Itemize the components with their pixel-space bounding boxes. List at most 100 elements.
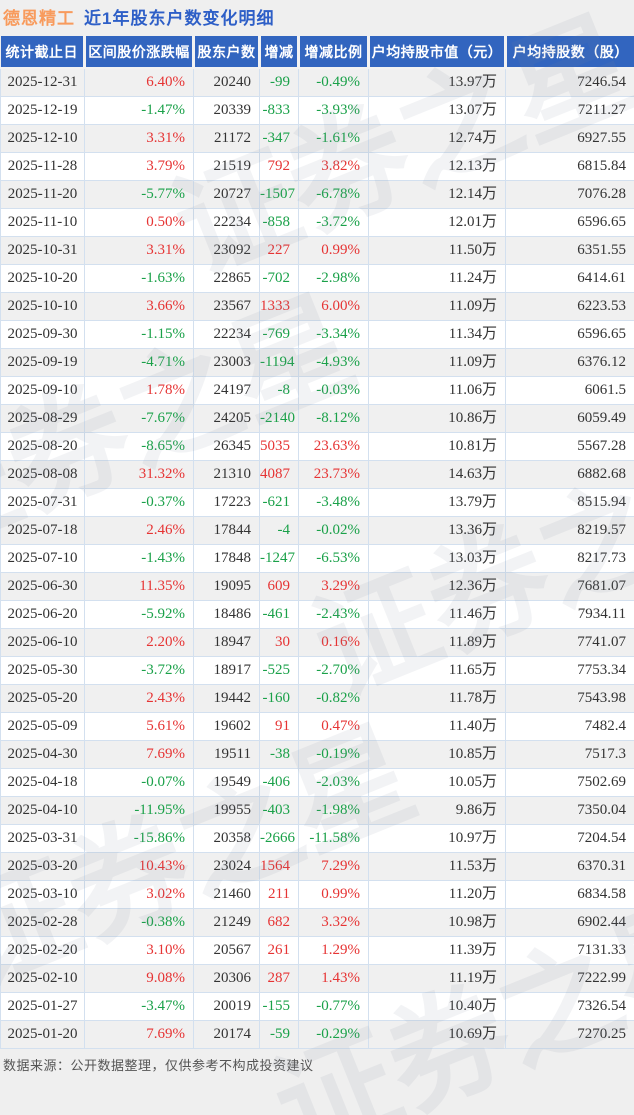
cell-holders: 21172 (193, 124, 260, 153)
table-row: 2025-04-18 -0.07% 19549 -406 -2.03% 10.05万 750… (0, 768, 634, 797)
cell-pct: 7.69% (84, 740, 194, 769)
cell-holders: 20567 (193, 936, 260, 965)
cell-ratio: -0.02% (298, 516, 369, 545)
cell-date: 2025-09-19 (0, 348, 85, 377)
cell-delta: -461 (259, 600, 299, 629)
cell-shares: 7517.3 (505, 740, 634, 769)
table-row: 2025-03-31 -15.86% 20358 -2666 -11.58% 10.97万… (0, 824, 634, 853)
cell-holders: 17844 (193, 516, 260, 545)
cell-ratio: 0.99% (298, 880, 369, 909)
cell-date: 2025-05-09 (0, 712, 85, 741)
cell-ratio: -0.49% (298, 67, 369, 97)
table-row: 2025-12-31 6.40% 20240 -99 -0.49% 13.97万 7246.… (0, 67, 634, 97)
cell-holders: 17223 (193, 488, 260, 517)
table-row: 2025-07-10 -1.43% 17848 -1247 -6.53% 13.03万 82… (0, 544, 634, 573)
table-row: 2025-09-10 1.78% 24197 -8 -0.03% 11.06万 6061.5 (0, 376, 634, 405)
cell-delta: -1247 (259, 544, 299, 573)
cell-date: 2025-07-18 (0, 516, 85, 545)
cell-pct: 2.46% (84, 516, 194, 545)
cell-date: 2025-11-28 (0, 152, 85, 181)
table-row: 2025-06-20 -5.92% 18486 -461 -2.43% 11.46万 793… (0, 600, 634, 629)
cell-date: 2025-12-19 (0, 96, 85, 125)
cell-date: 2025-02-10 (0, 964, 85, 993)
cell-pct: -1.63% (84, 264, 194, 293)
cell-delta: -2140 (259, 404, 299, 433)
cell-shares: 7681.07 (505, 572, 634, 601)
cell-ratio: -0.29% (298, 1020, 369, 1049)
table-row: 2025-10-10 3.66% 23567 1333 6.00% 11.09万 6223.… (0, 292, 634, 321)
cell-date: 2025-02-20 (0, 936, 85, 965)
cell-holders: 20240 (193, 67, 260, 97)
cell-date: 2025-07-10 (0, 544, 85, 573)
cell-pct: 31.32% (84, 460, 194, 489)
cell-value: 11.09万 (368, 348, 506, 377)
cell-shares: 6223.53 (505, 292, 634, 321)
cell-shares: 8217.73 (505, 544, 634, 573)
cell-value: 11.50万 (368, 236, 506, 265)
cell-ratio: 0.99% (298, 236, 369, 265)
cell-value: 11.46万 (368, 600, 506, 629)
cell-ratio: -3.48% (298, 488, 369, 517)
table-row: 2025-06-30 11.35% 19095 609 3.29% 12.36万 7681.… (0, 572, 634, 601)
cell-pct: 7.69% (84, 1020, 194, 1049)
cell-holders: 18917 (193, 656, 260, 685)
cell-delta: 261 (259, 936, 299, 965)
cell-value: 9.86万 (368, 796, 506, 825)
stock-name: 德恩精工 (3, 9, 75, 28)
cell-value: 10.81万 (368, 432, 506, 461)
table-row: 2025-10-20 -1.63% 22865 -702 -2.98% 11.24万 641… (0, 264, 634, 293)
cell-pct: -0.37% (84, 488, 194, 517)
cell-pct: 6.40% (84, 67, 194, 97)
header-cell-date: 统计截止日 (0, 36, 85, 69)
table-row: 2025-08-08 31.32% 21310 4087 23.73% 14.63万 688… (0, 460, 634, 489)
cell-ratio: -11.58% (298, 824, 369, 853)
cell-value: 11.53万 (368, 852, 506, 881)
cell-shares: 7741.07 (505, 628, 634, 657)
cell-holders: 22234 (193, 320, 260, 349)
cell-date: 2025-10-31 (0, 236, 85, 265)
cell-date: 2025-11-10 (0, 208, 85, 237)
cell-shares: 6596.65 (505, 208, 634, 237)
cell-ratio: -6.78% (298, 180, 369, 209)
cell-pct: -7.67% (84, 404, 194, 433)
cell-holders: 23092 (193, 236, 260, 265)
cell-value: 13.03万 (368, 544, 506, 573)
cell-holders: 19095 (193, 572, 260, 601)
cell-pct: 2.43% (84, 684, 194, 713)
cell-value: 13.07万 (368, 96, 506, 125)
cell-date: 2025-06-10 (0, 628, 85, 657)
cell-ratio: -8.12% (298, 404, 369, 433)
cell-shares: 8515.94 (505, 488, 634, 517)
cell-delta: -403 (259, 796, 299, 825)
cell-shares: 6834.58 (505, 880, 634, 909)
table-row: 2025-06-10 2.20% 18947 30 0.16% 11.89万 7741.07 (0, 628, 634, 657)
cell-pct: 5.61% (84, 712, 194, 741)
cell-pct: -3.72% (84, 656, 194, 685)
table-row: 2025-02-20 3.10% 20567 261 1.29% 11.39万 7131.3… (0, 936, 634, 965)
cell-date: 2025-08-08 (0, 460, 85, 489)
cell-value: 12.14万 (368, 180, 506, 209)
cell-value: 10.85万 (368, 740, 506, 769)
cell-delta: -155 (259, 992, 299, 1021)
cell-date: 2025-09-10 (0, 376, 85, 405)
cell-pct: -5.92% (84, 600, 194, 629)
cell-delta: 4087 (259, 460, 299, 489)
cell-delta: -347 (259, 124, 299, 153)
cell-ratio: 7.29% (298, 852, 369, 881)
cell-delta: -8 (259, 376, 299, 405)
cell-delta: 1564 (259, 852, 299, 881)
cell-delta: -59 (259, 1020, 299, 1049)
cell-delta: -2666 (259, 824, 299, 853)
cell-pct: -8.65% (84, 432, 194, 461)
cell-date: 2025-05-30 (0, 656, 85, 685)
header-cell-delta: 增减 (258, 36, 299, 69)
cell-holders: 18947 (193, 628, 260, 657)
table-row: 2025-01-27 -3.47% 20019 -155 -0.77% 10.40万 732… (0, 992, 634, 1021)
cell-shares: 7326.54 (505, 992, 634, 1021)
cell-delta: -621 (259, 488, 299, 517)
cell-holders: 19602 (193, 712, 260, 741)
cell-value: 11.78万 (368, 684, 506, 713)
cell-ratio: -3.34% (298, 320, 369, 349)
cell-delta: -769 (259, 320, 299, 349)
cell-holders: 19955 (193, 796, 260, 825)
